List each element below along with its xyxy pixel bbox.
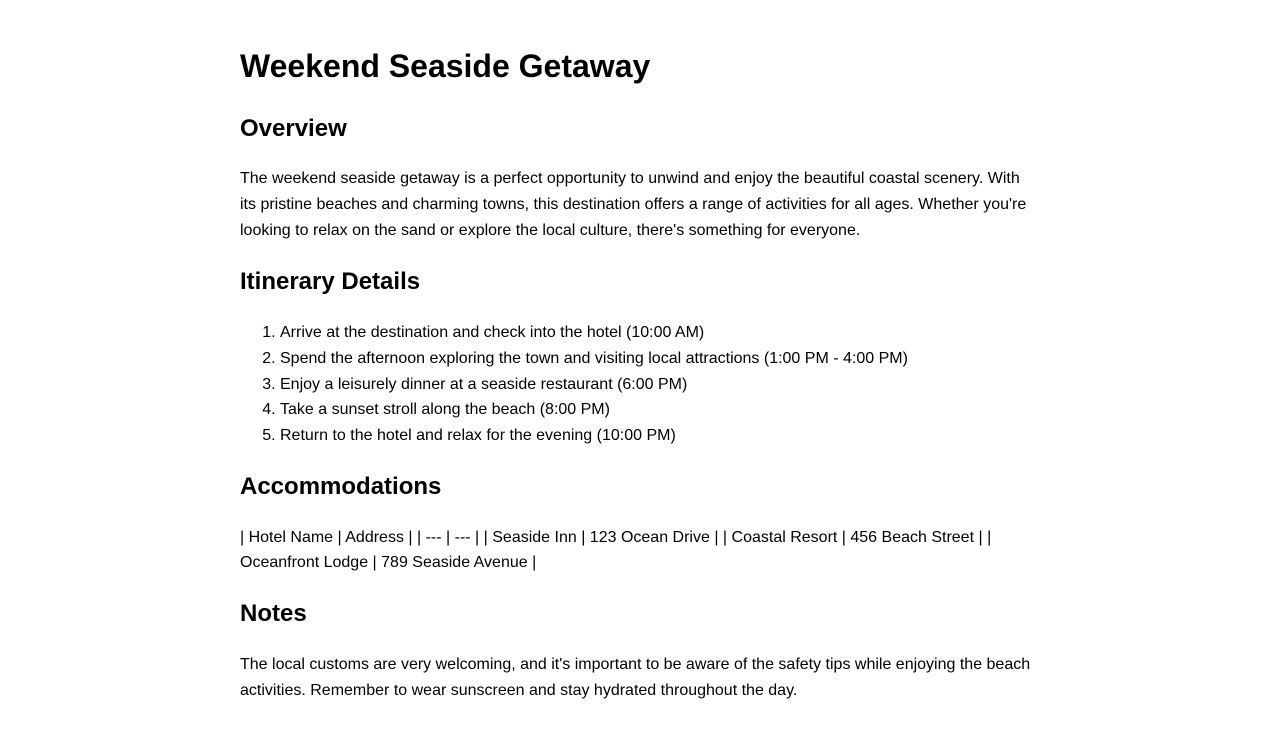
- notes-paragraph: The local customs are very welcoming, an…: [240, 655, 1031, 699]
- notes-heading: Notes: [240, 599, 307, 627]
- itinerary-item: Take a sunset stroll along the beach (8:…: [280, 397, 1040, 423]
- accommodations-table-text: | Hotel Name | Address | | --- | --- | |…: [240, 528, 992, 572]
- itinerary-item: Enjoy a leisurely dinner at a seaside re…: [280, 372, 1040, 398]
- document-page: Weekend Seaside Getaway Overview The wee…: [240, 0, 1040, 704]
- itinerary-item: Return to the hotel and relax for the ev…: [280, 423, 1040, 449]
- itinerary-item: Spend the afternoon exploring the town a…: [280, 346, 1040, 372]
- accommodations-heading: Accommodations: [240, 472, 442, 500]
- itinerary-item: Arrive at the destination and check into…: [280, 320, 1040, 346]
- overview-paragraph: The weekend seaside getaway is a perfect…: [240, 170, 1027, 239]
- overview-heading: Overview: [240, 115, 347, 142]
- itinerary-list: Arrive at the destination and check into…: [240, 320, 1040, 449]
- page-title: Weekend Seaside Getaway: [240, 48, 651, 84]
- itinerary-heading: Itinerary Details: [240, 268, 421, 295]
